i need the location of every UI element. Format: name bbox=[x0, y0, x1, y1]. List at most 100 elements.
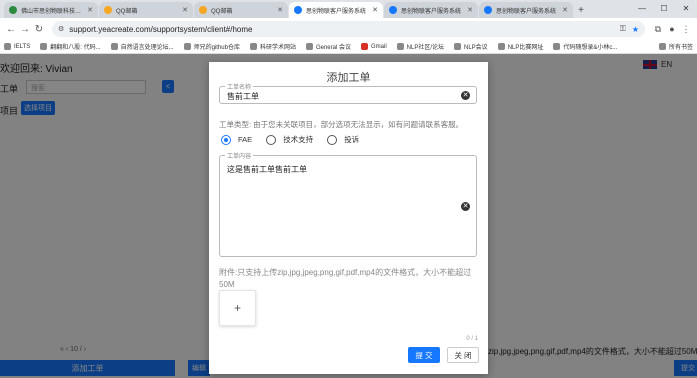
bookmark-item[interactable]: 自然语言处理论坛... bbox=[110, 42, 174, 51]
tab-close-icon[interactable]: ✕ bbox=[182, 6, 188, 14]
radio-label: 技术支持 bbox=[283, 135, 314, 144]
clear-icon[interactable]: ✕ bbox=[461, 91, 470, 100]
browser-tab[interactable]: QQ邮箱 ✕ bbox=[99, 2, 193, 18]
close-window-icon[interactable]: ✕ bbox=[675, 0, 697, 16]
extensions-icon[interactable]: ⧉ bbox=[651, 24, 665, 35]
bookmark-label: 代码随想录&小林c... bbox=[563, 45, 618, 51]
radio-unchecked-icon[interactable] bbox=[327, 134, 338, 145]
radio-label: FAE bbox=[238, 135, 253, 144]
favicon-icon bbox=[104, 6, 112, 14]
radio-fae[interactable]: FAE bbox=[221, 134, 253, 145]
bookmarks-bar: IELTS 翻翻和八股: 代码... 自然语言处理论坛... 师兄的github… bbox=[0, 40, 697, 54]
bookmark-label: IELTS bbox=[14, 43, 31, 50]
all-bookmarks[interactable]: 所有书签 bbox=[658, 42, 693, 51]
new-tab-button[interactable]: + bbox=[574, 2, 588, 18]
folder-icon bbox=[4, 43, 11, 50]
ticket-content-value[interactable]: 这是售前工单售前工单 bbox=[227, 164, 307, 175]
tab-label: 思创物联客户服务系统 bbox=[306, 8, 367, 15]
ticket-name-field[interactable]: 工单名称 售前工单 ✕ bbox=[219, 82, 477, 104]
browser-toolbar: ← → ↻ ⚙ support.yeacreate.com/supportsys… bbox=[0, 18, 697, 40]
close-button[interactable]: 关 闭 bbox=[447, 347, 479, 363]
bookmark-item[interactable]: 师兄的github仓库 bbox=[183, 42, 240, 51]
maximize-icon[interactable]: ☐ bbox=[653, 0, 675, 16]
bookmark-label: 科研学术网站 bbox=[259, 45, 296, 51]
gmail-icon bbox=[360, 43, 368, 50]
folder-icon bbox=[658, 43, 666, 50]
browser-tab[interactable]: 佛山市思创物联科技有限公司 ✕ bbox=[4, 2, 98, 18]
add-ticket-dialog: 添加工单 工单名称 售前工单 ✕ 工单类型: 由于您未关联项目，部分选项无法显示… bbox=[209, 62, 488, 374]
tab-label: 思创物联客户服务系统 bbox=[496, 8, 557, 15]
attachment-counter: 0 / 1 bbox=[466, 336, 478, 342]
tab-close-icon[interactable]: ✕ bbox=[372, 6, 378, 14]
tab-bar: 佛山市思创物联科技有限公司 ✕ QQ邮箱 ✕ QQ邮箱 ✕ 思创物联客户服务系统… bbox=[0, 0, 697, 18]
back-icon[interactable]: ← bbox=[4, 24, 18, 35]
radio-unchecked-icon[interactable] bbox=[266, 134, 277, 145]
folder-icon bbox=[497, 43, 505, 50]
bookmark-label: 师兄的github仓库 bbox=[193, 45, 240, 51]
site-info-icon[interactable]: ⚙ bbox=[58, 25, 64, 33]
favicon-icon bbox=[9, 6, 17, 14]
folder-icon bbox=[396, 43, 404, 50]
plus-icon: + bbox=[233, 301, 241, 315]
bookmark-label: 翻翻和八股: 代码... bbox=[50, 45, 101, 51]
submit-button[interactable]: 提 交 bbox=[408, 347, 440, 363]
clear-icon[interactable]: ✕ bbox=[461, 202, 470, 211]
bookmark-item[interactable]: NLP社区/论坛 bbox=[396, 42, 444, 51]
tab-label: 佛山市思创物联科技有限公司 bbox=[21, 8, 84, 15]
tab-label: QQ邮箱 bbox=[116, 8, 138, 15]
folder-icon bbox=[183, 43, 191, 50]
browser-tab-active[interactable]: 思创物联客户服务系统 ✕ bbox=[289, 2, 383, 18]
menu-icon[interactable]: ⋮ bbox=[679, 24, 693, 35]
radio-label: 投诉 bbox=[344, 135, 360, 144]
url-text[interactable]: support.yeacreate.com/supportsystem/clie… bbox=[69, 25, 613, 34]
attachment-hint: 附件:只支持上传zip,jpg,jpeg,png,gif,pdf,mp4的文件格… bbox=[219, 268, 472, 289]
ticket-name-legend: 工单名称 bbox=[225, 82, 254, 91]
ticket-name-value[interactable]: 售前工单 bbox=[227, 91, 259, 102]
bookmark-star-icon[interactable]: ★ bbox=[632, 25, 639, 34]
tab-close-icon[interactable]: ✕ bbox=[467, 6, 473, 14]
ticket-content-legend: 工单内容 bbox=[225, 151, 254, 160]
upload-button[interactable]: + bbox=[219, 290, 256, 326]
ticket-type-hint: 工单类型: 由于您未关联项目，部分选项无法显示，如有问题请联系客服。 bbox=[219, 120, 464, 129]
folder-icon bbox=[454, 43, 461, 50]
ticket-content-field[interactable]: 工单内容 这是售前工单售前工单 ✕ bbox=[219, 151, 477, 257]
bookmark-label: Gmail bbox=[370, 43, 387, 50]
tab-close-icon[interactable]: ✕ bbox=[562, 6, 568, 14]
radio-complaint[interactable]: 投诉 bbox=[327, 134, 359, 145]
all-bookmarks-label: 所有书签 bbox=[668, 45, 693, 51]
tab-close-icon[interactable]: ✕ bbox=[277, 6, 283, 14]
bookmark-item[interactable]: General 会议 bbox=[305, 42, 351, 51]
radio-tech-support[interactable]: 技术支持 bbox=[266, 134, 313, 145]
bookmark-item[interactable]: NLP会议 bbox=[454, 42, 488, 51]
window-controls: — ☐ ✕ bbox=[631, 0, 697, 16]
browser-tab[interactable]: 思创物联客户服务系统 ✕ bbox=[479, 2, 573, 18]
tab-label: 思创物联客户服务系统 bbox=[401, 8, 462, 15]
bookmark-label: NLP会议 bbox=[464, 45, 488, 51]
reload-icon[interactable]: ↻ bbox=[32, 24, 46, 35]
forward-icon[interactable]: → bbox=[18, 24, 32, 35]
browser-tab[interactable]: 思创物联客户服务系统 ✕ bbox=[384, 2, 478, 18]
folder-icon bbox=[249, 43, 257, 50]
address-bar[interactable]: ⚙ support.yeacreate.com/supportsystem/cl… bbox=[52, 21, 645, 37]
minimize-icon[interactable]: — bbox=[631, 0, 653, 16]
favicon-icon bbox=[484, 6, 492, 14]
tab-close-icon[interactable]: ✕ bbox=[87, 6, 93, 14]
bookmark-label: General 会议 bbox=[315, 45, 351, 51]
bookmark-item[interactable]: 翻翻和八股: 代码... bbox=[40, 42, 101, 51]
key-icon[interactable]: ⚿ bbox=[620, 24, 626, 34]
folder-icon bbox=[305, 43, 313, 50]
bookmark-label: 自然语言处理论坛... bbox=[120, 45, 174, 51]
bookmark-item[interactable]: 科研学术网站 bbox=[249, 42, 296, 51]
folder-icon bbox=[110, 43, 118, 50]
folder-icon bbox=[553, 43, 561, 50]
profile-icon[interactable]: ● bbox=[665, 24, 679, 34]
radio-checked-icon[interactable] bbox=[221, 134, 231, 145]
bookmark-item[interactable]: NLP比赛网址 bbox=[497, 42, 543, 51]
bookmark-item[interactable]: 代码随想录&小林c... bbox=[553, 42, 617, 51]
browser-tab[interactable]: QQ邮箱 ✕ bbox=[194, 2, 288, 18]
folder-icon bbox=[40, 43, 48, 50]
bookmark-item[interactable]: Gmail bbox=[360, 43, 387, 50]
tab-label: QQ邮箱 bbox=[211, 8, 233, 15]
bookmark-item[interactable]: IELTS bbox=[4, 43, 30, 50]
favicon-icon bbox=[389, 6, 397, 14]
